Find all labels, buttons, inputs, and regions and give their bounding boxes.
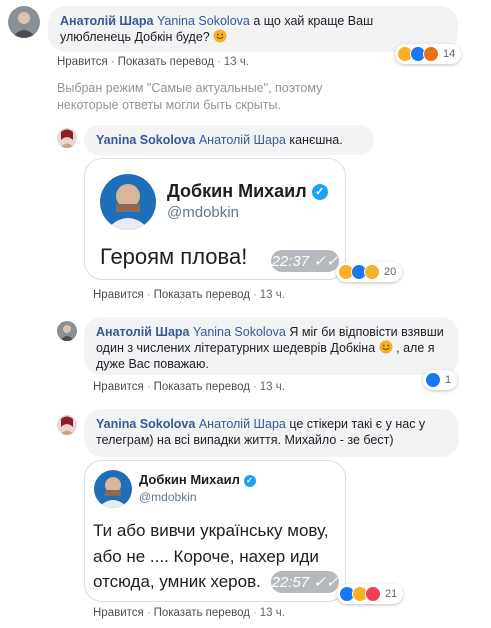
comment-bubble: Анатолій Шара Yanina Sokolova а що хай к… bbox=[48, 6, 458, 52]
like-link[interactable]: Нравится bbox=[93, 289, 144, 301]
reactions-summary[interactable]: 21 bbox=[337, 584, 404, 604]
sticker-avatar bbox=[100, 174, 156, 230]
like-link[interactable]: Нравится bbox=[93, 381, 144, 393]
sticker-message: Героям плова! bbox=[100, 244, 248, 269]
like-icon bbox=[425, 372, 441, 388]
angry-icon bbox=[423, 46, 439, 62]
comment-author[interactable]: Yanina Sokolova bbox=[96, 417, 195, 431]
reply-bubble: Yanina Sokolova Анатолій Шара це стікери… bbox=[84, 409, 459, 457]
avatar[interactable] bbox=[57, 128, 77, 148]
comment-mention[interactable]: Анатолій Шара bbox=[199, 417, 286, 431]
reactions-count: 1 bbox=[445, 374, 452, 386]
comment-actions: Нравится · Показать перевод · 13 ч. bbox=[93, 289, 285, 301]
sticker-message-line: Ти або вивчи українську мову, bbox=[93, 521, 329, 540]
verified-icon: ✓ bbox=[311, 184, 328, 200]
comment-mention[interactable]: Анатолій Шара bbox=[199, 133, 286, 147]
show-translation-link[interactable]: Показать перевод bbox=[118, 56, 214, 68]
sticker-image[interactable]: Добкин Михаил ✓ @mdobkin Героям плова! 2… bbox=[84, 158, 346, 280]
comment-mention[interactable]: Yanina Sokolova bbox=[193, 325, 286, 339]
show-translation-link[interactable]: Показать перевод bbox=[154, 381, 250, 393]
comment-time[interactable]: 13 ч. bbox=[260, 381, 285, 393]
reactions-count: 20 bbox=[384, 266, 397, 278]
avatar[interactable] bbox=[57, 415, 77, 435]
reactions-count: 21 bbox=[385, 588, 398, 600]
comment-actions: Нравится · Показать перевод · 13 ч. bbox=[57, 56, 249, 68]
reply-bubble: Yanina Sokolova Анатолій Шара канєшна. bbox=[84, 125, 374, 155]
smiling-face-icon bbox=[213, 29, 227, 43]
sticker-image[interactable]: Добкин Михаил ✓ @mdobkin Ти або вивчи ук… bbox=[84, 460, 346, 602]
reactions-summary[interactable]: 20 bbox=[336, 262, 403, 282]
reactions-summary[interactable]: 14 bbox=[395, 44, 462, 64]
sticker-name: Добкин Михаил ✓ bbox=[139, 472, 256, 487]
show-translation-link[interactable]: Показать перевод bbox=[154, 607, 250, 619]
show-translation-link[interactable]: Показать перевод bbox=[154, 289, 250, 301]
sticker-name: Добкин Михаил ✓ bbox=[167, 181, 328, 202]
sticker-handle: @mdobkin bbox=[167, 204, 239, 221]
sticker-message-line: або не .... Короче, нахер иди bbox=[93, 547, 319, 566]
comment-time[interactable]: 13 ч. bbox=[224, 56, 249, 68]
like-link[interactable]: Нравится bbox=[57, 56, 108, 68]
sticker-time: 22:57 ✓✓ bbox=[271, 571, 339, 593]
reply-bubble: Анатолій Шара Yanina Sokolova Я міг би в… bbox=[84, 317, 459, 375]
sad-icon bbox=[364, 264, 380, 280]
comment-author[interactable]: Анатолій Шара bbox=[96, 325, 189, 339]
comment-actions: Нравится · Показать перевод · 13 ч. bbox=[93, 607, 285, 619]
filter-notice: Выбран режим "Самые актуальные", поэтому… bbox=[57, 81, 323, 112]
comment-time[interactable]: 13 ч. bbox=[260, 607, 285, 619]
like-link[interactable]: Нравится bbox=[93, 607, 144, 619]
comment-actions: Нравится · Показать перевод · 13 ч. bbox=[93, 381, 285, 393]
love-icon bbox=[365, 586, 381, 602]
sticker-message-line: отсюда, умник херов. bbox=[93, 572, 261, 591]
comment-author[interactable]: Yanina Sokolova bbox=[96, 133, 195, 147]
sticker-handle: @mdobkin bbox=[139, 490, 197, 504]
sticker-time: 22:37 ✓✓ bbox=[271, 250, 339, 272]
comment-time[interactable]: 13 ч. bbox=[260, 289, 285, 301]
reactions-count: 14 bbox=[443, 48, 456, 60]
avatar[interactable] bbox=[8, 6, 40, 38]
verified-icon: ✓ bbox=[243, 475, 256, 487]
smiling-face-icon bbox=[379, 340, 393, 354]
comment-author[interactable]: Анатолій Шара bbox=[60, 14, 153, 28]
reactions-summary[interactable]: 1 bbox=[423, 370, 458, 390]
sticker-avatar bbox=[94, 470, 132, 508]
comment-text: канєшна. bbox=[289, 133, 343, 147]
avatar[interactable] bbox=[57, 321, 77, 341]
comment-mention[interactable]: Yanina Sokolova bbox=[157, 14, 250, 28]
